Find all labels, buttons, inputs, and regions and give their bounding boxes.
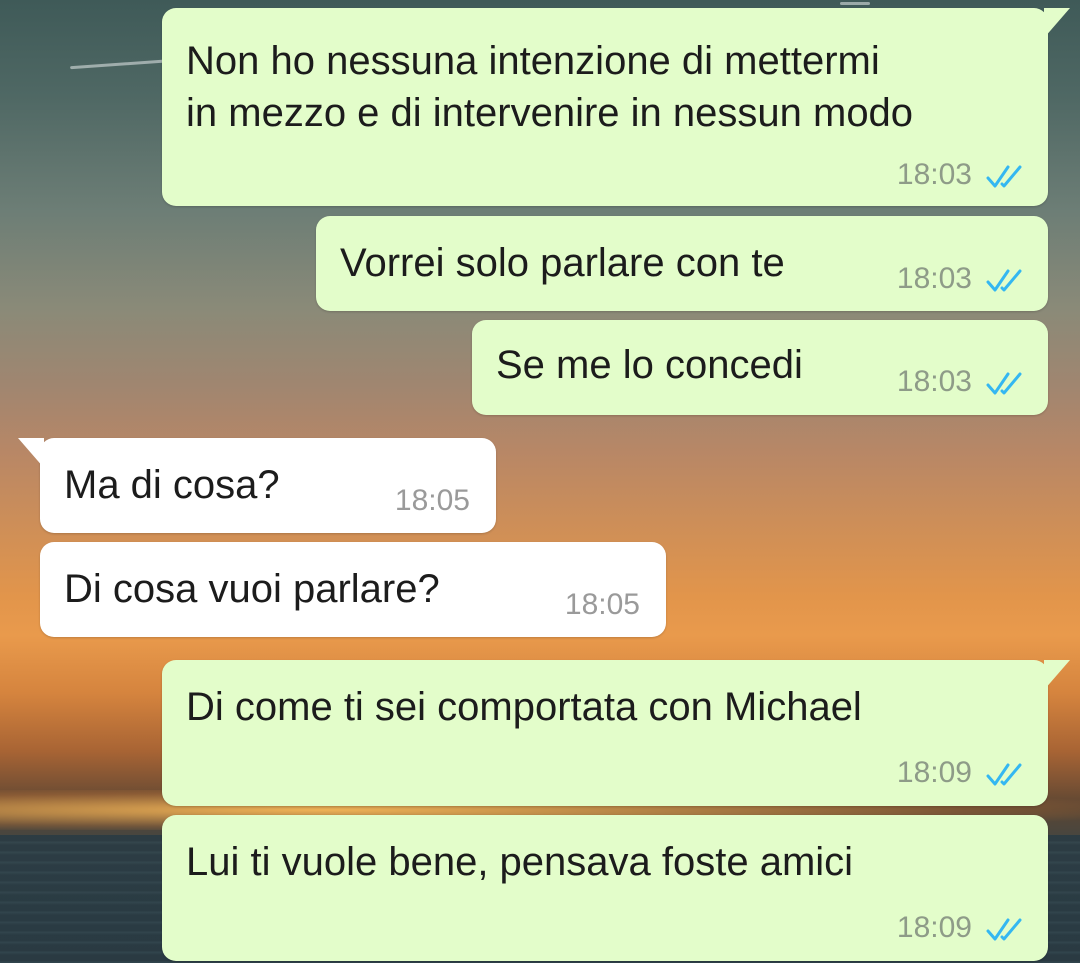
- message-time: 18:05: [394, 484, 470, 517]
- message-time: 18:05: [564, 588, 640, 621]
- message-bubble-outgoing[interactable]: Di come ti sei comportata con Michael 18…: [162, 660, 1070, 806]
- read-double-check-icon: [986, 763, 1022, 786]
- message-time: 18:09: [896, 911, 972, 944]
- message-bubble-outgoing[interactable]: Se me lo concedi 18:03: [472, 320, 1048, 415]
- wallpaper-streak: [840, 2, 870, 5]
- message-text: Vorrei solo parlare con te: [340, 241, 785, 285]
- message-time: 18:03: [896, 262, 972, 295]
- bubble-tail: [18, 438, 44, 468]
- bubble-tail: [1044, 660, 1070, 690]
- message-bubble-outgoing[interactable]: Lui ti vuole bene, pensava foste amici 1…: [162, 815, 1048, 961]
- read-double-check-icon: [986, 918, 1022, 941]
- bubble-tail: [1044, 8, 1070, 38]
- read-double-check-icon: [986, 372, 1022, 395]
- message-text: Non ho nessuna intenzione di mettermi: [186, 39, 880, 83]
- message-text: in mezzo e di intervenire in nessun modo: [186, 91, 914, 135]
- read-double-check-icon: [986, 269, 1022, 292]
- message-text: Ma di cosa?: [64, 463, 280, 507]
- message-text: Di come ti sei comportata con Michael: [186, 685, 862, 729]
- message-time: 18:03: [896, 365, 972, 398]
- message-bubble-outgoing[interactable]: Vorrei solo parlare con te 18:03: [316, 216, 1048, 311]
- message-bubble-outgoing[interactable]: Non ho nessuna intenzione di mettermi in…: [162, 8, 1070, 206]
- message-bubble-incoming[interactable]: Di cosa vuoi parlare? 18:05: [40, 542, 666, 637]
- message-time: 18:09: [896, 756, 972, 789]
- read-double-check-icon: [986, 165, 1022, 188]
- message-bubble-incoming[interactable]: Ma di cosa? 18:05: [18, 438, 496, 533]
- message-text: Di cosa vuoi parlare?: [64, 567, 440, 611]
- message-text: Se me lo concedi: [496, 343, 803, 387]
- message-time: 18:03: [896, 158, 972, 191]
- message-text: Lui ti vuole bene, pensava foste amici: [186, 840, 854, 884]
